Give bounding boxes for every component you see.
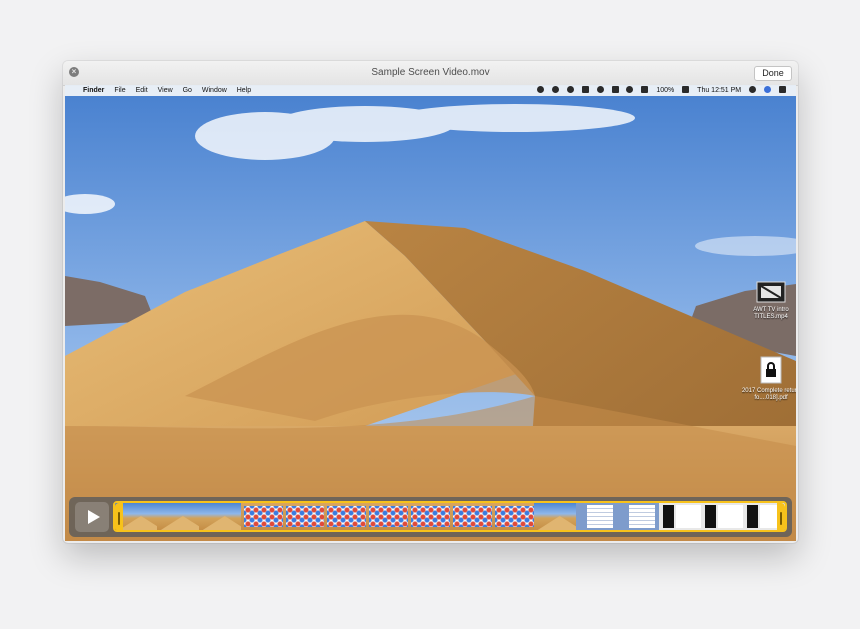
trim-scrubber (69, 497, 792, 537)
notification-center-icon (779, 86, 786, 93)
desktop-file-label: AWT TV intro TITLES.mp4 (753, 307, 789, 320)
location-icon (596, 86, 604, 93)
airdrop-icon (551, 86, 559, 93)
menu-edit: Edit (135, 87, 148, 94)
desktop-file-pdf[interactable]: 2017 Complete return fo....018].pdf (741, 356, 796, 402)
thumbnail-strip[interactable] (113, 501, 787, 532)
menu-window: Window (201, 87, 227, 94)
sync-icon (566, 86, 574, 93)
thumbnail-frame (575, 503, 618, 530)
thumbnail-frame (198, 503, 241, 530)
trim-handle-end[interactable] (777, 503, 785, 530)
thumbnail-frame (240, 503, 283, 530)
airplay-icon (611, 86, 619, 93)
thumbnail-frame (617, 503, 660, 530)
thumbnail-frame (491, 503, 534, 530)
menu-file: File (114, 87, 126, 94)
menu-app-name: Finder (83, 87, 105, 94)
thumbnail-frame (282, 503, 325, 530)
mojave-wallpaper (65, 96, 796, 541)
search-icon (749, 86, 757, 93)
menu-help: Help (236, 87, 252, 94)
video-preview: Finder File Edit View Go Window Help 100… (65, 85, 796, 541)
thumbnail-frame (156, 503, 199, 530)
recorded-menubar: Finder File Edit View Go Window Help 100… (65, 85, 796, 96)
thumbnail-frame (366, 503, 409, 530)
play-icon (88, 510, 100, 524)
battery-icon (682, 86, 690, 93)
menu-view: View (157, 87, 173, 94)
thumbnail-frame (701, 503, 744, 530)
thumbnail-frame (324, 503, 367, 530)
desktop-file-label: 2017 Complete return fo....018].pdf (741, 388, 796, 401)
video-file-icon (756, 281, 786, 303)
dropbox-icon (581, 86, 589, 93)
window-title: Sample Screen Video.mov (371, 67, 490, 78)
wifi-icon (626, 86, 634, 93)
battery-percent: 100% (656, 87, 675, 94)
done-button[interactable]: Done (754, 66, 792, 81)
locked-file-icon (760, 356, 782, 384)
trim-handle-start[interactable] (115, 503, 123, 530)
menubar-clock: Thu 12:51 PM (697, 87, 742, 94)
play-button[interactable] (75, 502, 109, 532)
thumbnail-frame (450, 503, 492, 530)
siri-icon (764, 86, 772, 93)
quicklook-window: × Sample Screen Video.mov Done Finder Fi… (63, 61, 798, 543)
volume-icon (641, 86, 649, 93)
desktop-file-video[interactable]: AWT TV intro TITLES.mp4 (741, 281, 796, 321)
window-titlebar: × Sample Screen Video.mov Done (63, 61, 798, 86)
menu-go: Go (182, 87, 192, 94)
thumbnail-frame (533, 503, 576, 530)
record-icon (536, 86, 544, 93)
thumbnail-frame (659, 503, 702, 530)
thumbnail-frame (408, 503, 450, 530)
